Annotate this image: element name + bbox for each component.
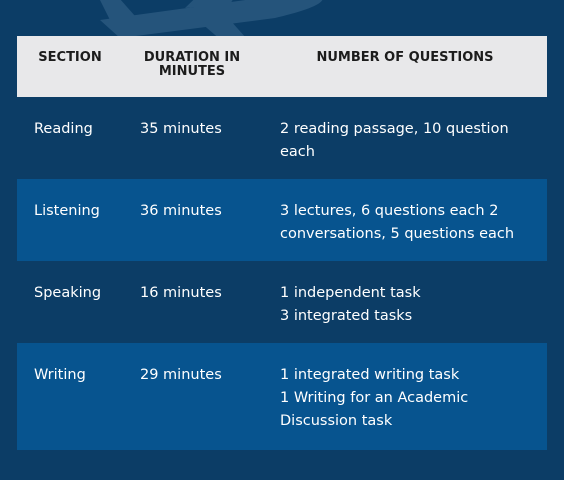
duration-cell: 29 minutes [140,367,222,383]
questions-line: 3 lectures, 6 questions each 2 [280,203,499,219]
questions-cell: 1 independent task 3 integrated tasks [280,282,542,328]
questions-line: 1 integrated writing task [280,367,460,383]
header-duration-line-2: MINUTES [158,64,226,79]
header-duration: DURATION IN MINUTES [133,51,251,79]
section-cell: Speaking [34,285,102,301]
questions-cell: 3 lectures, 6 questions each 2 conversat… [280,200,542,246]
duration-cell: 35 minutes [140,121,222,137]
table-row-writing: Writing 29 minutes 1 integrated writing … [17,343,547,450]
header-section: SECTION [38,50,102,65]
questions-line: conversations, 5 questions each [280,226,515,242]
questions-cell: 1 integrated writing task 1 Writing for … [280,364,542,433]
table-row-reading: Reading 35 minutes 2 reading passage, 10… [17,97,547,179]
questions-line: Discussion task [280,413,393,429]
questions-line: 3 integrated tasks [280,308,413,324]
questions-line: 2 reading passage, 10 question [280,121,509,137]
toefl-sections-table: SECTION DURATION IN MINUTES NUMBER OF QU… [17,36,547,450]
header-duration-line-1: DURATION IN [143,50,241,65]
table-row-speaking: Speaking 16 minutes 1 independent task 3… [17,261,547,343]
section-cell: Writing [34,367,86,383]
questions-line: each [280,144,315,160]
table-row-listening: Listening 36 minutes 3 lectures, 6 quest… [17,179,547,261]
duration-cell: 16 minutes [140,285,222,301]
questions-line: 1 independent task [280,285,421,301]
questions-cell: 2 reading passage, 10 question each [280,118,542,164]
section-cell: Reading [34,121,93,137]
section-cell: Listening [34,203,100,219]
table-header-row: SECTION DURATION IN MINUTES NUMBER OF QU… [17,36,547,97]
duration-cell: 36 minutes [140,203,222,219]
questions-line: 1 Writing for an Academic [280,390,469,406]
header-questions: NUMBER OF QUESTIONS [316,50,494,65]
